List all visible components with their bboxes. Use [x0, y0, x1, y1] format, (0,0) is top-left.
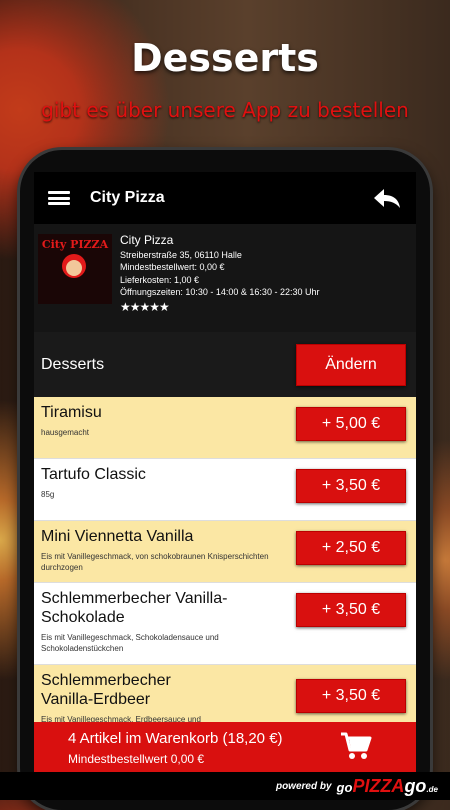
cart-bar[interactable]: 4 Artikel im Warenkorb (18,20 €) Mindest… [34, 722, 416, 772]
app-bar: City Pizza [34, 172, 416, 224]
add-item-button[interactable]: + 3,50 € [296, 679, 406, 713]
list-item: Mini Viennetta Vanilla Eis mit Vanillege… [34, 521, 416, 583]
footer-powered-by: powered by [275, 780, 332, 792]
item-name: Schlemmerbecher Vanilla-Erdbeer [41, 672, 171, 708]
add-item-button[interactable]: + 5,00 € [296, 407, 406, 441]
shop-logo: City PIZZA [38, 234, 112, 304]
shop-info: City PIZZA City Pizza Streiberstraße 35,… [34, 224, 416, 332]
hamburger-menu-icon[interactable] [48, 191, 70, 205]
gopizzago-logo: goPIZZAgo.de [336, 775, 438, 796]
promo-title: Desserts [131, 36, 319, 80]
shopping-cart-icon[interactable] [340, 731, 372, 761]
shop-opening-hours: Öffnungszeiten: 10:30 - 14:00 & 16:30 - … [120, 287, 320, 297]
add-item-button[interactable]: + 2,50 € [296, 531, 406, 565]
item-name: Mini Viennetta Vanilla [41, 528, 194, 545]
app-screen: City Pizza City PIZZA City Pizza Streibe… [34, 172, 416, 772]
shop-delivery-cost: Lieferkosten: 1,00 € [120, 274, 200, 285]
promo-subtitle: gibt es über unsere App zu bestellen [41, 98, 409, 122]
app-title: City Pizza [90, 189, 165, 206]
list-item: Tiramisu hausgemacht + 5,00 € [34, 397, 416, 459]
category-title: Desserts [41, 355, 105, 373]
list-item: Schlemmerbecher Vanilla-Schokolade Eis m… [34, 583, 416, 665]
rating-stars: ★★★★★ [120, 299, 170, 314]
category-bar: Desserts Ändern [34, 332, 416, 397]
item-name: Tiramisu [41, 404, 102, 421]
shop-min-order: Mindestbestellwert: 0,00 € [120, 262, 225, 272]
add-item-button[interactable]: + 3,50 € [296, 469, 406, 503]
back-arrow-icon[interactable] [372, 187, 402, 209]
logo-text: City PIZZA [41, 238, 109, 251]
shop-name: City Pizza [120, 233, 174, 247]
cart-min-order: Mindestbestellwert 0,00 € [68, 752, 205, 766]
item-description: hausgemacht [41, 428, 90, 437]
list-item: Tartufo Classic 85g + 3,50 € [34, 459, 416, 521]
shop-details: City Pizza Streiberstraße 35, 06110 Hall… [120, 234, 319, 332]
change-category-button[interactable]: Ändern [296, 343, 406, 386]
add-item-button[interactable]: + 3,50 € [296, 593, 406, 627]
shop-address: Streiberstraße 35, 06110 Halle [120, 249, 242, 260]
logo-face [66, 260, 82, 276]
item-name: Schlemmerbecher Vanilla-Schokolade [41, 590, 228, 626]
item-name: Tartufo Classic [41, 466, 146, 483]
footer: powered by goPIZZAgo.de [0, 772, 450, 800]
item-description: Eis mit Vanillegeschmack, von schokobrau… [41, 552, 269, 572]
item-description: Eis mit Vanillegeschmack, Schokoladensau… [41, 633, 219, 653]
cart-summary: 4 Artikel im Warenkorb (18,20 €) [68, 730, 283, 747]
item-description: 85g [41, 490, 55, 499]
